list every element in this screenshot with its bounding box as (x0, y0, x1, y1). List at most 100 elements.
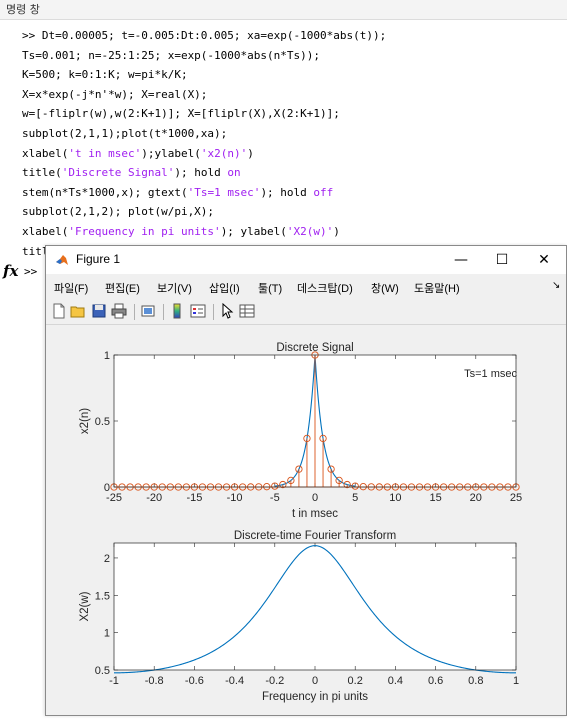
command-prompt[interactable]: >> (24, 265, 37, 278)
minimize-button[interactable]: — (439, 246, 483, 274)
matlab-logo-icon (56, 255, 68, 265)
menu-help[interactable]: 도움말(H) (414, 280, 460, 296)
string-literal: 'Frequency in pi units' (68, 224, 221, 238)
figure-window[interactable]: Figure 1 — ☐ ✕ 파일(F) 편집(E) 보기(V) 삽입(I) 툴… (45, 245, 567, 716)
command-line: title('Discrete Signal'); hold on (22, 163, 386, 183)
y-axis-label: x2(n) (79, 408, 91, 434)
x-tick-label: 20 (470, 492, 482, 504)
y-tick-label: 0 (104, 482, 110, 494)
x-tick-label: -0.2 (265, 675, 284, 687)
maximize-button[interactable]: ☐ (480, 246, 524, 274)
string-literal: 'X2(w)' (286, 224, 334, 238)
x-tick-label: 25 (510, 492, 522, 504)
x-tick-label: 0.4 (388, 675, 403, 687)
gtext-annotation: Ts=1 msec (464, 368, 517, 380)
toolbar-separator (163, 304, 164, 320)
plots-svg[interactable]: -25 -20 -15 -10 -5 0 5 10 15 20 2500.51Ts=1 msecDi… (46, 325, 566, 715)
toolbar-separator (134, 304, 135, 320)
x-tick-label: 0 (312, 675, 318, 687)
x-axis-label: Frequency in pi units (262, 691, 368, 703)
open-file-icon[interactable] (70, 303, 86, 319)
menu-desktop[interactable]: 데스크탑(D) (297, 280, 353, 296)
toolbar-separator (213, 304, 214, 320)
x-tick-label: 10 (389, 492, 401, 504)
plot-canvas[interactable]: -25 -20 -15 -10 -5 0 5 10 15 20 25 0 0.5 1 Ts=1 msec Di… (46, 325, 566, 715)
command-line: >> Dt=0.00005; t=-0.005:Dt:0.005; xa=exp… (22, 26, 386, 46)
command-line: subplot(2,1,2); plot(w/pi,X); (22, 202, 386, 222)
code-text: stem(n*Ts*1000,x); gtext( (22, 185, 188, 199)
figure-toolbar (46, 300, 566, 325)
axes-title: Discrete Signal (276, 342, 353, 354)
command-line: stem(n*Ts*1000,x); gtext('Ts=1 msec'); h… (22, 183, 386, 203)
string-literal: off (313, 185, 334, 199)
x-tick-label: 0.6 (428, 675, 443, 687)
y-axis-label: X2(w) (79, 591, 91, 621)
legend-icon[interactable] (190, 303, 206, 319)
code-text: ) (333, 224, 340, 238)
string-literal: on (227, 166, 241, 180)
command-line: subplot(2,1,1);plot(t*1000,xa); (22, 124, 386, 144)
figure-titlebar[interactable]: Figure 1 — ☐ ✕ (46, 246, 566, 274)
command-history: >> Dt=0.00005; t=-0.005:Dt:0.005; xa=exp… (22, 26, 386, 261)
y-tick-label: 1 (104, 350, 110, 362)
x-axis-label: t in msec (292, 508, 338, 520)
menu-window[interactable]: 창(W) (371, 280, 399, 296)
x-tick-label: -15 (186, 492, 202, 504)
code-text: Ts=0.001; n=-25:1:25; x=exp(-1000*abs(n*… (22, 48, 321, 62)
code-text: K=500; k=0:1:K; w=pi*k/K; (22, 68, 188, 82)
string-literal: 'Ts=1 msec' (187, 185, 261, 199)
new-file-icon[interactable] (51, 303, 67, 319)
figure-title: Figure 1 (76, 252, 121, 266)
axes-title: Discrete-time Fourier Transform (234, 530, 396, 542)
x-tick-label: -1 (109, 675, 119, 687)
code-text: title( (22, 166, 62, 180)
command-line: Ts=0.001; n=-25:1:25; x=exp(-1000*abs(n*… (22, 46, 386, 66)
axes-background (114, 543, 516, 670)
y-tick-label: 0.5 (95, 416, 110, 428)
code-text: >> Dt=0.00005; t=-0.005:Dt:0.005; xa=exp… (22, 29, 387, 42)
x-tick-label: 5 (352, 492, 358, 504)
code-text: ); hold (174, 166, 228, 180)
code-text: ); ylabel( (220, 224, 287, 238)
command-line: xlabel('Frequency in pi units'); ylabel(… (22, 222, 386, 242)
code-text: ) (247, 146, 254, 160)
x-tick-label: -0.8 (145, 675, 164, 687)
menu-view[interactable]: 보기(V) (157, 280, 192, 296)
string-literal: 'Discrete Signal' (61, 166, 175, 180)
y-tick-label: 1 (104, 628, 110, 640)
command-line: X=x*exp(-j*n'*w); X=real(X); (22, 85, 386, 105)
string-literal: 't in msec' (68, 146, 142, 160)
menu-insert[interactable]: 삽입(I) (209, 280, 240, 296)
code-text: );ylabel( (141, 146, 201, 160)
x-tick-label: -10 (227, 492, 243, 504)
menu-tools[interactable]: 툴(T) (258, 280, 282, 296)
code-text: ); hold (260, 185, 314, 199)
figure-menubar: 파일(F) 편집(E) 보기(V) 삽입(I) 툴(T) 데스크탑(D) 창(W… (46, 276, 566, 298)
x-tick-label: 1 (513, 675, 519, 687)
code-text: xlabel( (22, 224, 69, 238)
function-browser-icon[interactable]: fx (3, 262, 18, 280)
code-text: subplot(2,1,2); plot(w/pi,X); (22, 205, 215, 219)
string-literal: 'x2(n)' (200, 146, 248, 160)
pointer-icon[interactable] (219, 303, 235, 319)
command-line: xlabel('t in msec');ylabel('x2(n)') (22, 144, 386, 164)
save-icon[interactable] (91, 303, 107, 319)
command-line: K=500; k=0:1:K; w=pi*k/K; (22, 65, 386, 85)
x-tick-label: -0.4 (225, 675, 244, 687)
x-tick-label: -0.6 (185, 675, 204, 687)
link-plot-icon[interactable] (140, 303, 156, 319)
print-icon[interactable] (111, 303, 127, 319)
y-tick-label: 1.5 (95, 590, 110, 602)
y-tick-label: 0.5 (95, 665, 110, 677)
menu-edit[interactable]: 편집(E) (105, 280, 140, 296)
y-tick-label: 2 (104, 553, 110, 565)
code-text: w=[-fliplr(w),w(2:K+1)]; X=[fliplr(X),X(… (22, 107, 340, 121)
dock-arrow-icon[interactable]: ↘ (552, 280, 560, 291)
x-tick-label: 0 (312, 492, 318, 504)
close-button[interactable]: ✕ (522, 246, 566, 274)
command-window-header: 명령 창 (0, 0, 567, 20)
colorbar-icon[interactable] (169, 303, 185, 319)
menu-file[interactable]: 파일(F) (54, 280, 88, 296)
property-inspector-icon[interactable] (239, 303, 255, 319)
command-line: w=[-fliplr(w),w(2:K+1)]; X=[fliplr(X),X(… (22, 104, 386, 124)
